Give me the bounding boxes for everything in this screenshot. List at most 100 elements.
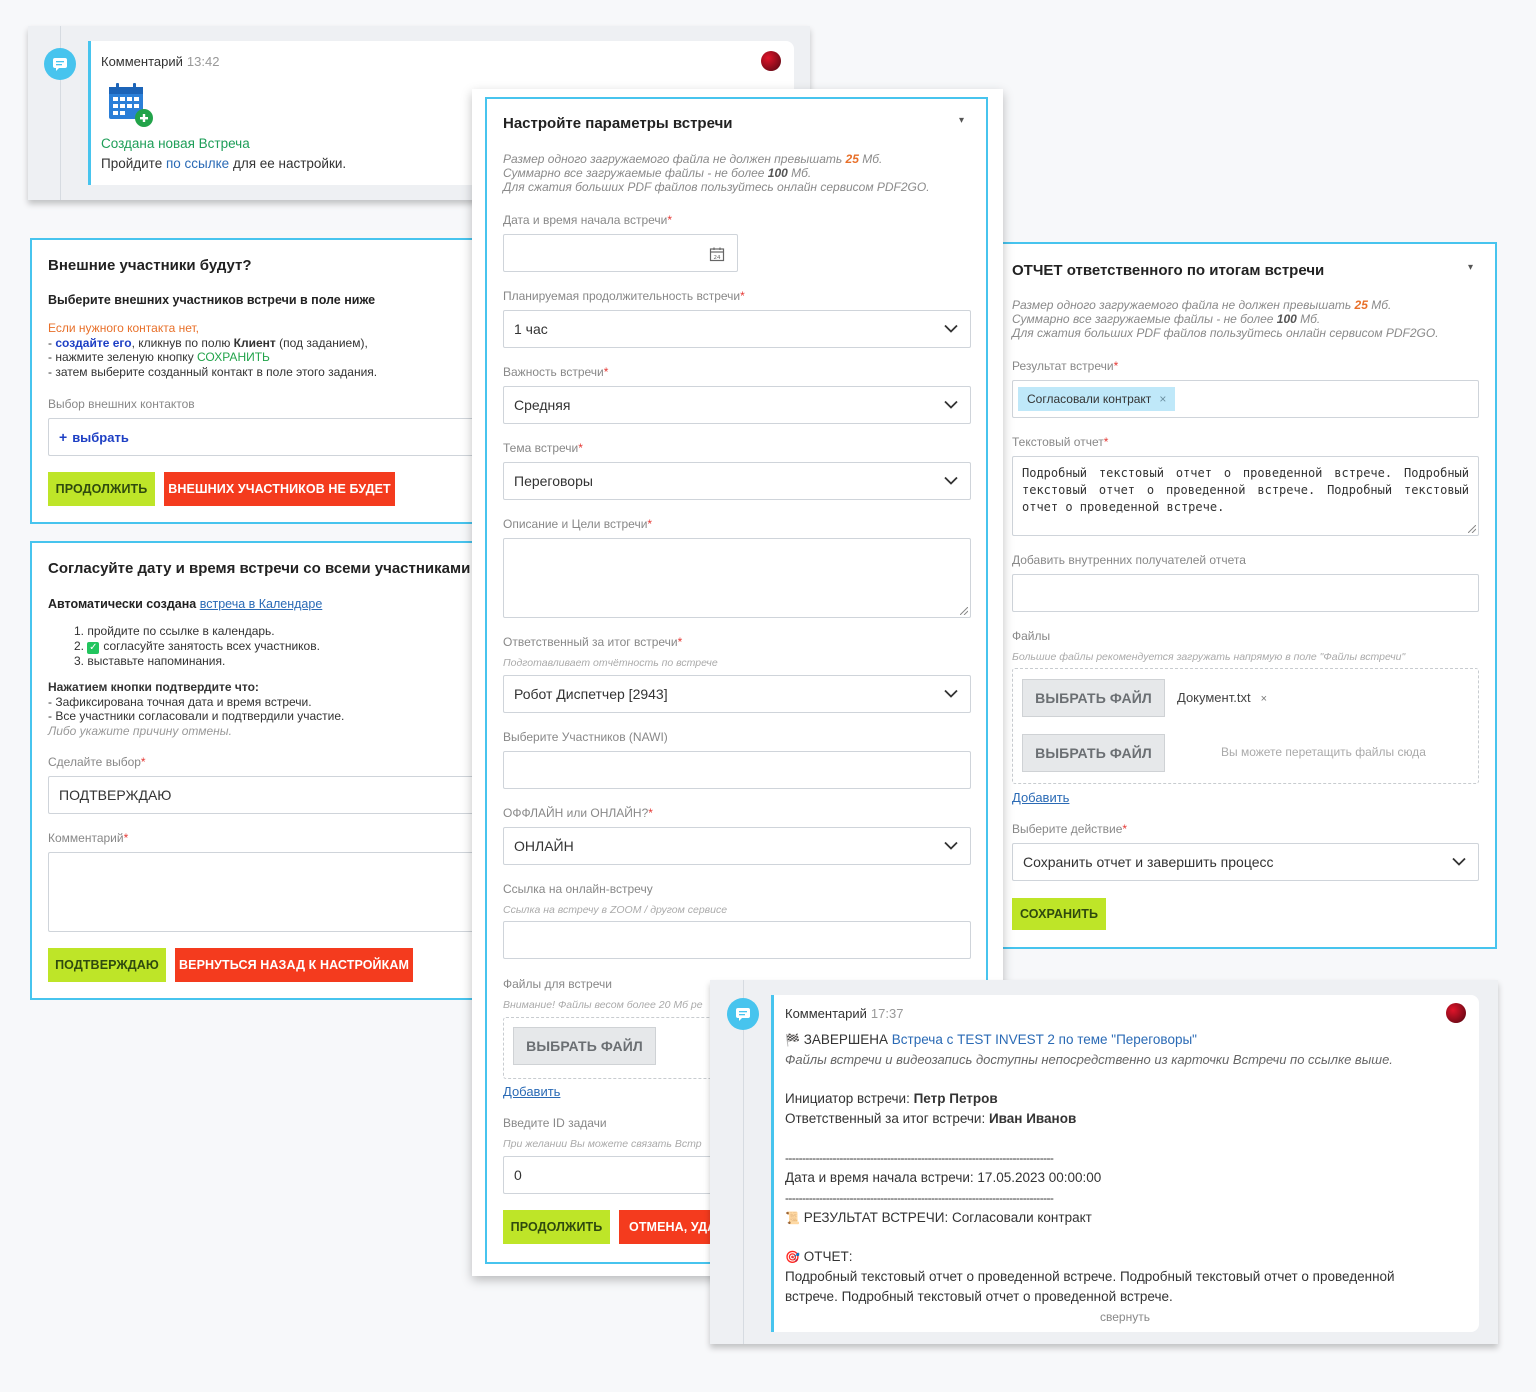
- report-textarea[interactable]: Подробный текстовый отчет о проведенной …: [1012, 456, 1479, 536]
- add-file-link[interactable]: Добавить: [1012, 790, 1069, 805]
- field-label: Файлы: [1012, 629, 1051, 643]
- field-label: Важность встречи: [503, 365, 604, 379]
- field-hint: Большие файлы рекомендуется загружать на…: [1012, 651, 1406, 663]
- user-avatar[interactable]: [761, 51, 781, 71]
- field-hint: Ссылка на встречу в ZOOM / другом сервис…: [503, 904, 728, 916]
- panel-title: Согласуйте дату и время встречи со всеми…: [48, 560, 471, 577]
- size-note: Размер одного загружаемого файла не долж…: [503, 152, 930, 194]
- field-hint: Внимание! Файлы весом более 20 Мб ре: [503, 999, 703, 1011]
- panel-title: Настройте параметры встречи: [503, 115, 733, 132]
- mode-select[interactable]: ОНЛАЙН: [503, 827, 971, 865]
- external-contacts-select[interactable]: + выбрать: [48, 418, 508, 456]
- field-label: Результат встречи: [1012, 359, 1114, 373]
- choose-file-button-2[interactable]: Выбрать файл: [1022, 734, 1165, 772]
- files-dropzone[interactable]: Выбрать файл Документ.txt × Выбрать файл …: [1012, 668, 1479, 784]
- remove-chip-icon[interactable]: ×: [1159, 392, 1166, 406]
- resize-handle-icon[interactable]: [960, 607, 968, 615]
- recipients-input[interactable]: [1012, 574, 1479, 612]
- field-label: Сделайте выбор: [48, 755, 141, 769]
- field-label: ОФФЛАЙН или ОНЛАЙН?: [503, 806, 649, 820]
- result-multiselect[interactable]: Согласовали контракт ×: [1012, 380, 1479, 418]
- field-label: Комментарий: [48, 831, 124, 845]
- result-chip: Согласовали контракт ×: [1018, 387, 1176, 411]
- action-select[interactable]: Сохранить отчет и завершить процесс: [1012, 843, 1479, 881]
- divider: ----------------------------------------…: [785, 1151, 1054, 1165]
- user-avatar[interactable]: [1446, 1003, 1466, 1023]
- field-label: Описание и Цели встречи: [503, 517, 648, 531]
- external-participants-panel: Внешние участники будут? Выберите внешни…: [30, 238, 508, 524]
- confirm-button[interactable]: Подтверждаю: [48, 948, 166, 982]
- calendar-add-icon: [107, 81, 155, 132]
- create-contact-link[interactable]: создайте его: [55, 336, 131, 350]
- field-label: Тема встречи: [503, 441, 579, 455]
- comment-bubble-icon: [727, 998, 759, 1030]
- field-hint: Подготавливает отчётность по встрече: [503, 657, 718, 669]
- field-label: Выберите действие: [1012, 822, 1123, 836]
- field-label: Ссылка на онлайн-встречу: [503, 882, 653, 896]
- continue-button[interactable]: Продолжить: [503, 1210, 610, 1244]
- confirm-block: Нажатием кнопки подтвердите что: - Зафик…: [48, 680, 345, 738]
- comment-author: Комментарий: [101, 54, 183, 69]
- panel-title: ОТЧЕТ ответственного по итогам встречи: [1012, 262, 1325, 279]
- panel-subtitle: Выберите внешних участников встречи в по…: [48, 293, 376, 307]
- calendar-link[interactable]: встреча в Календаре: [200, 597, 323, 611]
- start-datetime-input[interactable]: 24: [503, 234, 738, 272]
- comment-time: 17:37: [870, 1006, 904, 1021]
- drop-hint: Вы можете перетащить файлы сюда: [1221, 745, 1426, 759]
- divider: ----------------------------------------…: [785, 1191, 1054, 1205]
- choice-select[interactable]: ПОДТВЕРЖДАЮ: [48, 776, 508, 814]
- collapse-link[interactable]: свернуть: [774, 1310, 1476, 1324]
- topic-select[interactable]: Переговоры: [503, 462, 971, 500]
- settings-link[interactable]: по ссылке: [166, 156, 229, 171]
- field-label: Текстовый отчет: [1012, 435, 1104, 449]
- save-button[interactable]: Сохранить: [1012, 898, 1106, 930]
- field-label: Дата и время начала встречи: [503, 213, 668, 227]
- auto-created-text: Автоматически создана встреча в Календар…: [48, 597, 323, 611]
- choose-file-button[interactable]: Выбрать файл: [1022, 679, 1165, 717]
- agree-date-panel: Согласуйте дату и время встречи со всеми…: [30, 541, 508, 1000]
- no-external-button[interactable]: Внешних участников не будет: [164, 472, 395, 506]
- comment-title: Создана новая Встреча: [101, 136, 250, 151]
- file-name: Документ.txt ×: [1177, 690, 1268, 705]
- instructions: Если нужного контакта нет, - создайте ег…: [48, 321, 378, 379]
- field-label: Введите ID задачи: [503, 1116, 607, 1130]
- chevron-down-icon: [944, 689, 958, 698]
- collapse-caret-icon[interactable]: ▾: [1468, 262, 1473, 273]
- participants-input[interactable]: [503, 751, 971, 789]
- comment-card-completed: Комментарий 17:37 🏁 ЗАВЕРШЕНА Встреча с T…: [710, 980, 1498, 1344]
- target-icon: 🎯: [785, 1250, 800, 1264]
- resize-handle-icon[interactable]: [1468, 525, 1476, 533]
- comment-textarea[interactable]: [48, 852, 508, 932]
- panel-title: Внешние участники будут?: [48, 257, 252, 274]
- steps-list: 1. пройдите по ссылке в календарь. 2. ✓ с…: [74, 624, 320, 668]
- back-to-settings-button[interactable]: Вернуться назад к настройкам: [175, 948, 413, 982]
- remove-file-icon[interactable]: ×: [1261, 693, 1267, 705]
- choose-file-button[interactable]: Выбрать файл: [513, 1027, 656, 1065]
- meeting-link[interactable]: Встреча с TEST INVEST 2 по теме "Перегов…: [892, 1032, 1197, 1047]
- check-icon: ✓: [87, 641, 100, 654]
- duration-select[interactable]: 1 час: [503, 310, 971, 348]
- responsible-select[interactable]: Робот Диспетчер [2943]: [503, 675, 971, 713]
- calendar-icon[interactable]: 24: [709, 246, 725, 262]
- field-hint: При желании Вы можете связать Встр: [503, 1138, 702, 1150]
- field-label: Выберите Участников (NAWI): [503, 730, 668, 744]
- chevron-down-icon: [944, 841, 958, 850]
- importance-select[interactable]: Средняя: [503, 386, 971, 424]
- scroll-icon: 📜: [785, 1211, 800, 1225]
- svg-text:24: 24: [714, 255, 721, 261]
- chevron-down-icon: [944, 400, 958, 409]
- size-note: Размер одного загружаемого файла не долж…: [1012, 298, 1439, 340]
- field-label: Файлы для встречи: [503, 977, 612, 991]
- comment-text: Пройдите по ссылке для ее настройки.: [101, 156, 347, 171]
- checkered-flag-icon: 🏁: [785, 1033, 800, 1047]
- field-label: Добавить внутренних получателей отчета: [1012, 553, 1246, 567]
- continue-button[interactable]: Продолжить: [48, 472, 155, 506]
- online-link-input[interactable]: [503, 921, 971, 959]
- collapse-caret-icon[interactable]: ▾: [959, 115, 964, 126]
- add-file-link[interactable]: Добавить: [503, 1084, 560, 1099]
- field-label: Выбор внешних контактов: [48, 397, 195, 411]
- field-label: Планируемая продолжительность встречи: [503, 289, 741, 303]
- description-textarea[interactable]: [503, 538, 971, 618]
- comment-time: 13:42: [186, 54, 220, 69]
- field-label: Ответственный за итог встречи: [503, 635, 678, 649]
